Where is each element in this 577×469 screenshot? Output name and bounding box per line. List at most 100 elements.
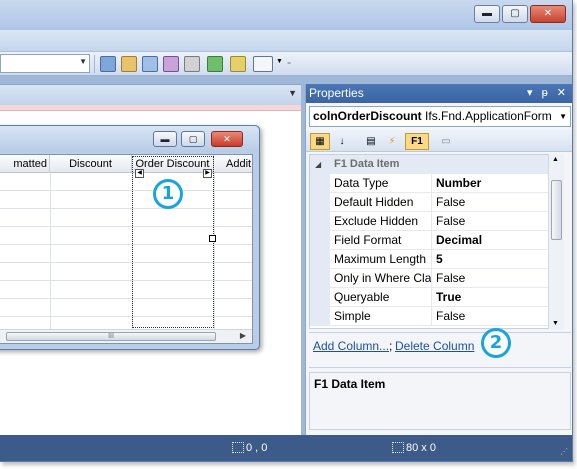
toolbar-overflow-icon[interactable]: ⁼ — [287, 60, 291, 69]
dropdown-arrow-icon[interactable]: ▼ — [276, 58, 283, 65]
property-row[interactable]: Field Format Decimal — [310, 231, 560, 250]
title-bar: ▬ ▢ ✕ — [0, 0, 572, 30]
property-category[interactable]: ◢ F1 Data Item — [310, 155, 560, 174]
position-icon — [232, 442, 244, 453]
close-button[interactable]: ✕ — [530, 5, 566, 23]
scroll-thumb[interactable] — [551, 180, 562, 240]
properties-title: Properties — [309, 86, 364, 100]
property-row[interactable]: Only in Where Clau False — [310, 269, 560, 288]
horizontal-scrollbar[interactable]: III ▶ — [0, 329, 252, 343]
categorized-icon[interactable]: ▦ — [310, 133, 330, 150]
delete-column-link[interactable]: Delete Column — [395, 339, 474, 353]
properties-icon[interactable]: ▤ — [362, 133, 380, 150]
property-name: Exclude Hidden — [334, 212, 432, 231]
f1-button[interactable]: F1 — [405, 133, 429, 150]
move-left-icon[interactable]: ◀ — [135, 169, 144, 178]
tools-icon[interactable] — [184, 56, 200, 72]
property-row[interactable]: Default Hidden False — [310, 193, 560, 212]
form-maximize-button[interactable]: ▢ — [181, 131, 205, 147]
scroll-right-icon[interactable]: ▶ — [240, 331, 246, 340]
property-value[interactable]: False — [436, 193, 465, 212]
toolbar-combo[interactable]: ▼ — [0, 54, 90, 73]
description-title: F1 Data Item — [314, 377, 386, 391]
maximize-icon: ▢ — [188, 134, 198, 144]
category-label: F1 Data Item — [334, 158, 400, 170]
chevron-down-icon: ▼ — [559, 112, 567, 121]
callout-1: 1 — [153, 179, 183, 209]
property-value[interactable]: False — [436, 269, 465, 288]
resize-handle[interactable] — [209, 235, 216, 242]
property-value[interactable]: Decimal — [436, 231, 482, 250]
table-row — [0, 245, 252, 263]
property-value[interactable]: Number — [436, 174, 481, 193]
form-close-button[interactable]: ✕ — [211, 131, 243, 147]
edit-form-icon[interactable] — [163, 56, 179, 72]
collapse-icon[interactable]: ◢ — [315, 155, 321, 174]
property-row[interactable]: Maximum Length 5 — [310, 250, 560, 269]
chevron-down-icon[interactable]: ▼ — [288, 88, 297, 98]
alphabetical-icon[interactable]: ↓ — [333, 133, 351, 150]
properties-toolbar: ▦ ↓ ▤ ⚡ F1 ▭ — [306, 130, 572, 152]
ide-window: ▬ ▢ ✕ ▼ ▼ ⁼ ▼ ▬ ▢ ✕ matted Discount Orde… — [0, 0, 573, 462]
resize-grip-icon[interactable]: ⋰ — [560, 448, 570, 459]
events-icon[interactable]: ⚡ — [383, 133, 401, 150]
column-header-formatted[interactable]: matted — [0, 155, 50, 173]
form-minimize-button[interactable]: ▬ — [153, 131, 177, 147]
property-row[interactable]: Queryable True — [310, 288, 560, 307]
table-row — [0, 281, 252, 299]
column-divider — [50, 173, 51, 333]
table-row — [0, 209, 252, 227]
object-type: Ifs.Fnd.ApplicationForm — [425, 109, 552, 123]
object-selector[interactable]: colnOrderDiscount Ifs.Fnd.ApplicationFor… — [309, 106, 571, 127]
property-name: Default Hidden — [334, 193, 432, 212]
position-readout: 0 , 0 — [246, 442, 268, 454]
designer-margin — [0, 105, 301, 111]
scroll-down-icon[interactable]: ▼ — [552, 320, 559, 327]
property-row[interactable]: Simple False — [310, 307, 560, 326]
property-value[interactable]: False — [436, 307, 465, 326]
maximize-icon: ▢ — [510, 8, 520, 19]
property-description: F1 Data Item — [309, 372, 571, 430]
column-header-additional[interactable]: Addit — [214, 155, 252, 173]
property-value[interactable]: True — [436, 288, 461, 307]
import-icon[interactable] — [207, 56, 223, 72]
window-icon[interactable] — [253, 56, 273, 72]
table-row — [0, 263, 252, 281]
designer-tab-strip: ▼ — [0, 85, 301, 105]
property-value[interactable]: 5 — [436, 250, 443, 269]
column-header-discount[interactable]: Discount — [50, 155, 132, 173]
layout-icon[interactable] — [230, 56, 246, 72]
properties-commands: Add Column... ; Delete Column — [309, 332, 571, 368]
move-right-icon[interactable]: ▶ — [203, 169, 212, 178]
property-value[interactable]: False — [436, 212, 465, 231]
properties-panel: Properties ▾ ᵽ ✕ colnOrderDiscount Ifs.F… — [305, 84, 572, 435]
property-name: Queryable — [334, 288, 432, 307]
property-pages-icon[interactable]: ▭ — [436, 133, 456, 150]
grid-header: matted Discount Order Discount Addit — [0, 155, 252, 173]
property-row[interactable]: Exclude Hidden False — [310, 212, 560, 231]
chevron-down-icon: ▼ — [79, 57, 87, 66]
minimize-button[interactable]: ▬ — [474, 5, 500, 23]
form-icon[interactable] — [142, 56, 158, 72]
form-title-bar: ▬ ▢ ✕ — [0, 126, 259, 152]
table-row — [0, 173, 252, 191]
property-row[interactable]: Data Type Number — [310, 174, 560, 193]
data-grid[interactable]: matted Discount Order Discount Addit ◀ ▶… — [0, 154, 253, 344]
close-icon: ✕ — [223, 134, 231, 144]
minimize-icon: ▬ — [160, 134, 170, 144]
scroll-thumb[interactable]: III — [6, 332, 216, 341]
vertical-scrollbar[interactable]: ▲ ▼ — [548, 154, 564, 329]
find-icon[interactable] — [100, 56, 116, 72]
callout-2: 2 — [481, 328, 511, 358]
scroll-up-icon[interactable]: ▲ — [552, 156, 559, 163]
form-window: ▬ ▢ ✕ matted Discount Order Discount Add… — [0, 125, 260, 350]
faded-background-text — [50, 0, 250, 26]
property-name: Field Format — [334, 231, 432, 250]
folder-icon[interactable] — [121, 56, 137, 72]
add-column-link[interactable]: Add Column... — [313, 339, 389, 353]
close-icon: ✕ — [543, 8, 553, 19]
maximize-button[interactable]: ▢ — [502, 5, 528, 23]
column-divider — [214, 173, 215, 333]
property-name: Simple — [334, 307, 432, 326]
panel-pin-close-icons[interactable]: ▾ ᵽ ✕ — [527, 84, 569, 103]
